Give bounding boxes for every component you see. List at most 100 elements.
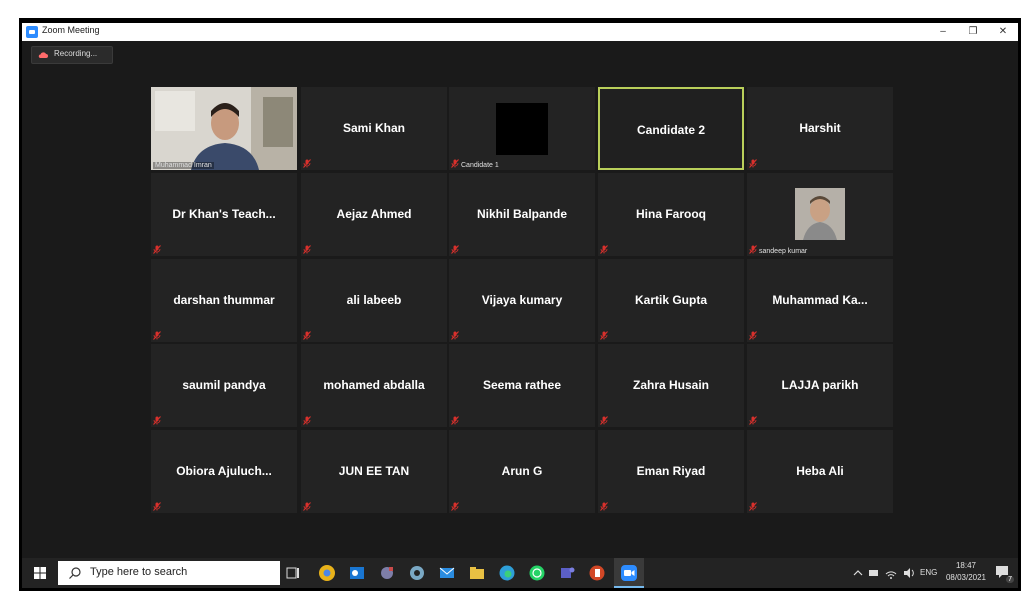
participant-tile[interactable]: Zahra Husain — [598, 344, 744, 427]
participant-tile[interactable]: LAJJA parikh — [747, 344, 893, 427]
settings-app-icon[interactable] — [408, 564, 426, 582]
window-title: Zoom Meeting — [42, 25, 100, 35]
muted-mic-icon — [451, 502, 459, 511]
participant-name: Vijaya kumary — [481, 293, 563, 307]
participant-tile[interactable]: Muhammad Ka... — [747, 259, 893, 342]
restore-button[interactable]: ❐ — [960, 23, 986, 41]
task-view-icon[interactable] — [284, 564, 302, 582]
muted-mic-icon — [600, 245, 608, 254]
participant-tile[interactable]: Muhammad Imran — [151, 87, 297, 170]
file-explorer-icon[interactable] — [468, 564, 486, 582]
participant-name: mohamed abdalla — [323, 378, 425, 392]
participant-tile[interactable]: JUN EE TAN — [301, 430, 447, 513]
minimize-button[interactable]: – — [930, 23, 956, 41]
recording-indicator[interactable]: Recording... — [31, 46, 113, 64]
muted-mic-icon — [451, 416, 459, 425]
participant-tile[interactable]: Dr Khan's Teach... — [151, 173, 297, 256]
participant-tile[interactable]: sandeep kumar — [747, 173, 893, 256]
muted-mic-icon — [749, 159, 757, 168]
muted-mic-icon — [153, 245, 161, 254]
participant-tile[interactable]: Seema rathee — [449, 344, 595, 427]
chevron-up-icon[interactable] — [852, 564, 864, 582]
participant-label: Muhammad Imran — [153, 162, 214, 169]
windows-start-icon[interactable] — [34, 567, 46, 579]
participant-tile[interactable]: Sami Khan — [301, 87, 447, 170]
participant-tile[interactable]: darshan thummar — [151, 259, 297, 342]
muted-mic-icon — [749, 245, 757, 254]
language-indicator[interactable]: ENG — [920, 558, 937, 588]
participant-name: saumil pandya — [182, 378, 266, 392]
muted-mic-icon — [451, 331, 459, 340]
meeting-gallery: Recording... Muhammad Imran Sami Khan Cand… — [22, 41, 1018, 558]
participant-tile[interactable]: mohamed abdalla — [301, 344, 447, 427]
close-button[interactable]: ✕ — [990, 23, 1016, 41]
participant-tile[interactable]: Kartik Gupta — [598, 259, 744, 342]
participant-name: JUN EE TAN — [338, 464, 410, 478]
participant-tile[interactable]: Hina Farooq — [598, 173, 744, 256]
clock-time: 18:47 — [955, 561, 977, 570]
battery-icon[interactable] — [868, 564, 880, 582]
zoom-taskbar-button[interactable] — [614, 558, 644, 588]
teams-icon[interactable] — [558, 564, 576, 582]
participant-tile[interactable]: Candidate 2 — [598, 87, 744, 170]
muted-mic-icon — [303, 416, 311, 425]
muted-mic-icon — [303, 331, 311, 340]
participant-tile[interactable]: Eman Riyad — [598, 430, 744, 513]
participant-tile[interactable]: Vijaya kumary — [449, 259, 595, 342]
clock-date: 08/03/2021 — [945, 573, 987, 582]
participant-name: Aejaz Ahmed — [336, 207, 412, 221]
muted-mic-icon — [303, 502, 311, 511]
muted-mic-icon — [451, 245, 459, 254]
participant-label: Candidate 1 — [461, 162, 499, 169]
participant-name: Kartik Gupta — [634, 293, 707, 307]
participant-name: Arun G — [501, 464, 543, 478]
participant-tile[interactable]: saumil pandya — [151, 344, 297, 427]
participant-video — [151, 87, 297, 170]
participant-name: Zahra Husain — [632, 378, 710, 392]
search-placeholder: Type here to search — [90, 566, 188, 578]
muted-mic-icon — [303, 159, 311, 168]
participant-tile[interactable]: Arun G — [449, 430, 595, 513]
muted-mic-icon — [451, 159, 459, 168]
outlook-icon[interactable] — [348, 564, 366, 582]
taskbar-search-box[interactable]: Type here to search — [58, 561, 280, 585]
participant-tile[interactable]: Aejaz Ahmed — [301, 173, 447, 256]
participant-tile[interactable]: Heba Ali — [747, 430, 893, 513]
whatsapp-icon[interactable] — [528, 564, 546, 582]
muted-mic-icon — [749, 331, 757, 340]
chrome-icon[interactable] — [318, 564, 336, 582]
participant-avatar — [795, 188, 845, 240]
participant-name: Dr Khan's Teach... — [172, 207, 276, 221]
volume-icon[interactable] — [902, 564, 916, 582]
wifi-icon[interactable] — [884, 564, 898, 582]
window-titlebar: Zoom Meeting – ❐ ✕ — [22, 23, 1018, 41]
recording-label: Recording... — [54, 49, 98, 58]
participant-name: ali labeeb — [346, 293, 402, 307]
notification-count-badge: 7 — [1006, 576, 1014, 583]
muted-mic-icon — [600, 502, 608, 511]
participant-video-black — [496, 103, 548, 155]
muted-mic-icon — [153, 502, 161, 511]
muted-mic-icon — [600, 416, 608, 425]
participant-tile[interactable]: Obiora Ajuluch... — [151, 430, 297, 513]
participant-name: Nikhil Balpande — [476, 207, 568, 221]
windows-taskbar: Type here to search ENG 18:47 08/03/2021… — [22, 558, 1018, 588]
taskbar-clock[interactable]: 18:47 08/03/2021 — [944, 560, 988, 584]
participant-name: Obiora Ajuluch... — [176, 464, 272, 478]
participant-name: Muhammad Ka... — [772, 293, 868, 307]
participant-name: Heba Ali — [796, 464, 844, 478]
mail-icon[interactable] — [438, 564, 456, 582]
participant-name: Sami Khan — [342, 121, 405, 135]
powerpoint-icon[interactable] — [588, 564, 606, 582]
participant-tile[interactable]: Candidate 1 — [449, 87, 595, 170]
snip-tool-icon[interactable] — [378, 564, 396, 582]
participant-name: Harshit — [799, 121, 841, 135]
participant-name: LAJJA parikh — [781, 378, 859, 392]
participant-tile[interactable]: Harshit — [747, 87, 893, 170]
participant-tile[interactable]: Nikhil Balpande — [449, 173, 595, 256]
notifications-button[interactable]: 7 — [994, 564, 1014, 583]
participant-tile[interactable]: ali labeeb — [301, 259, 447, 342]
participant-name: Hina Farooq — [635, 207, 706, 221]
edge-icon[interactable] — [498, 564, 516, 582]
muted-mic-icon — [153, 331, 161, 340]
